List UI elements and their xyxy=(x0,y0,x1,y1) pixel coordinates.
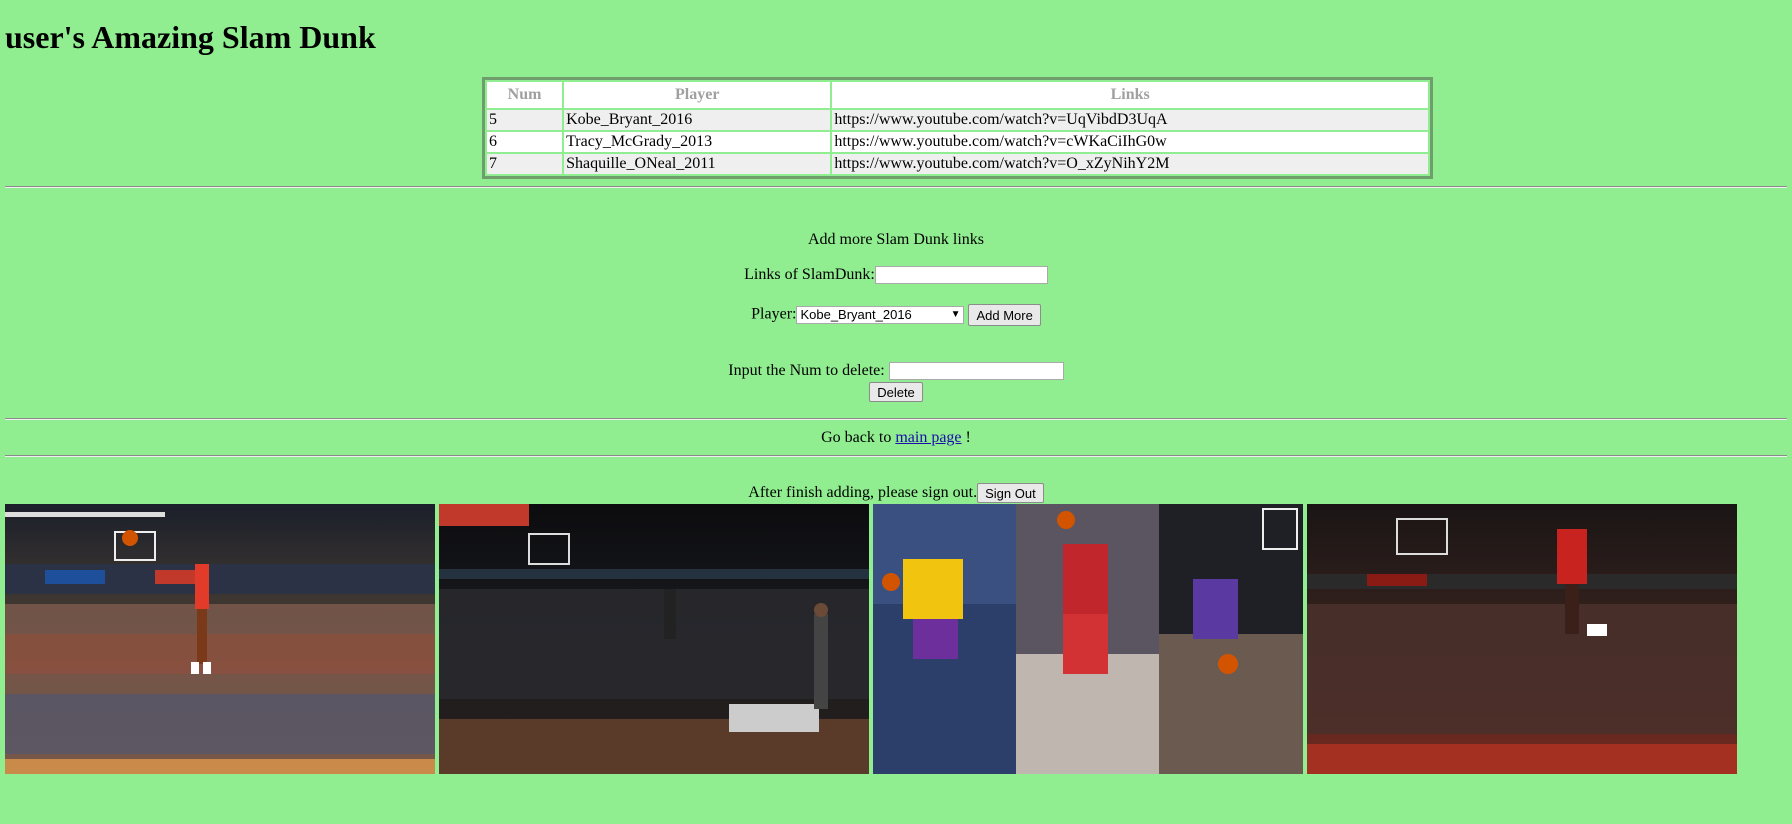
dunk-photo-red-jersey xyxy=(5,504,435,774)
divider xyxy=(5,418,1787,420)
table-row: 7 Shaquille_ONeal_2011 https://www.youtu… xyxy=(487,154,1428,174)
delete-button[interactable]: Delete xyxy=(869,382,923,403)
delete-num-input[interactable] xyxy=(888,362,1064,381)
dunk-photo-red-jersey-23 xyxy=(1307,504,1737,774)
player-row: Player: Kobe_Bryant_2016 ▼ Add More xyxy=(0,304,1792,326)
divider xyxy=(5,186,1787,188)
main-page-link[interactable]: main page xyxy=(895,429,961,446)
cell-num: 6 xyxy=(487,132,563,152)
links-row: Links of SlamDunk: xyxy=(0,265,1792,285)
header-links: Links xyxy=(832,82,1428,108)
signout-text: After finish adding, please sign out. xyxy=(748,484,978,501)
table-row: 6 Tracy_McGrady_2013 https://www.youtube… xyxy=(487,132,1428,152)
dunk-photo-dark-arena xyxy=(439,504,869,774)
cell-link: https://www.youtube.com/watch?v=O_xZyNih… xyxy=(832,154,1428,174)
add-form-heading: Add more Slam Dunk links xyxy=(808,231,984,248)
signout-row: After finish adding, please sign out. Sig… xyxy=(0,483,1792,504)
links-label: Links of SlamDunk: xyxy=(744,266,875,283)
table-header-row: Num Player Links xyxy=(487,82,1428,108)
player-select[interactable]: Kobe_Bryant_2016 ▼ xyxy=(796,306,965,324)
back-prefix: Go back to xyxy=(821,429,892,446)
dunk-photo-collage xyxy=(873,504,1303,774)
player-label: Player: xyxy=(751,305,797,323)
delete-row: Input the Num to delete: xyxy=(0,361,1792,381)
cell-num: 5 xyxy=(487,110,563,130)
cell-link: https://www.youtube.com/watch?v=UqVibdD3… xyxy=(832,110,1428,130)
dropdown-arrow-icon: ▼ xyxy=(950,309,961,320)
delete-button-row: Delete xyxy=(0,382,1792,403)
cell-player: Shaquille_ONeal_2011 xyxy=(564,154,831,174)
cell-player: Tracy_McGrady_2013 xyxy=(564,132,831,152)
links-input[interactable] xyxy=(874,266,1048,285)
back-row: Go back to main page ! xyxy=(0,428,1792,448)
page-title: user's Amazing Slam Dunk xyxy=(5,19,376,55)
add-more-button[interactable]: Add More xyxy=(968,304,1041,326)
player-select-value: Kobe_Bryant_2016 xyxy=(800,307,912,322)
cell-num: 7 xyxy=(487,154,563,174)
header-num: Num xyxy=(487,82,563,108)
cell-player: Kobe_Bryant_2016 xyxy=(564,110,831,130)
header-player: Player xyxy=(564,82,831,108)
table-row: 5 Kobe_Bryant_2016 https://www.youtube.c… xyxy=(487,110,1428,130)
sign-out-button[interactable]: Sign Out xyxy=(977,483,1044,504)
links-table: Num Player Links 5 Kobe_Bryant_2016 http… xyxy=(482,77,1433,179)
divider xyxy=(5,455,1787,457)
links-table-wrapper: Num Player Links 5 Kobe_Bryant_2016 http… xyxy=(482,77,1433,179)
delete-label: Input the Num to delete: xyxy=(728,362,885,379)
back-suffix: ! xyxy=(965,429,971,446)
cell-link: https://www.youtube.com/watch?v=cWKaCiIh… xyxy=(832,132,1428,152)
